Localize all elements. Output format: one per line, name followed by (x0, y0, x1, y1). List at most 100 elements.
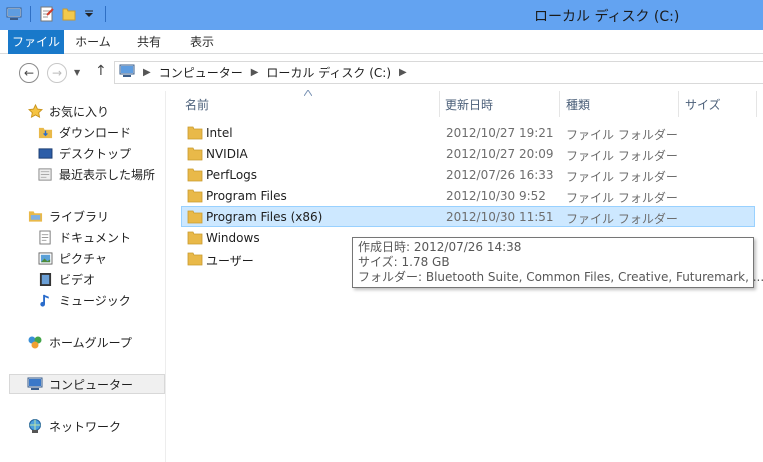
column-divider[interactable] (439, 91, 440, 117)
window-title: ローカル ディスク (C:) (534, 9, 680, 25)
nav-network[interactable]: ネットワーク (0, 416, 166, 436)
file-type: ファイル フォルダー (566, 212, 678, 226)
downloads-folder-icon (37, 124, 53, 140)
tooltip-created: 作成日時: 2012/07/26 14:38 (358, 240, 522, 254)
nav-favorites[interactable]: お気に入り (0, 101, 166, 121)
file-type: ファイル フォルダー (566, 170, 678, 184)
back-button[interactable]: ← (19, 63, 39, 83)
homegroup-icon (27, 334, 43, 350)
column-headers: 名前 更新日時 種類 サイズ (166, 89, 763, 117)
folder-icon (187, 147, 203, 161)
nav-homegroup-label: ホームグループ (49, 335, 132, 350)
nav-homegroup[interactable]: ホームグループ (0, 332, 166, 352)
file-row-selected[interactable]: Program Files (x86) 2012/10/30 11:51 ファイ… (181, 206, 755, 227)
nav-item-pictures[interactable]: ピクチャ (0, 248, 166, 268)
file-name: Intel (206, 126, 233, 140)
file-modified: 2012/10/30 9:52 (446, 189, 546, 203)
file-row[interactable]: Intel 2012/10/27 19:21 ファイル フォルダー (181, 122, 755, 143)
title-bar: ローカル ディスク (C:) (0, 0, 763, 30)
tab-file[interactable]: ファイル (8, 30, 64, 54)
qat-separator (105, 6, 106, 22)
video-icon (37, 271, 53, 287)
sort-ascending-icon (303, 89, 313, 98)
properties-icon[interactable] (39, 5, 55, 23)
tab-view[interactable]: 表示 (182, 30, 222, 54)
file-row[interactable]: PerfLogs 2012/07/26 16:33 ファイル フォルダー (181, 164, 755, 185)
file-name: NVIDIA (206, 147, 248, 161)
nav-computer-label: コンピューター (49, 377, 134, 392)
new-folder-icon[interactable] (61, 5, 77, 23)
folder-icon (187, 252, 203, 266)
file-type: ファイル フォルダー (566, 149, 678, 163)
quick-access-toolbar (6, 5, 112, 23)
nav-libraries-label: ライブラリ (49, 209, 110, 224)
file-name: PerfLogs (206, 168, 258, 182)
column-divider[interactable] (756, 91, 757, 117)
qat-separator (30, 6, 31, 22)
breadcrumb-local-disk[interactable]: ローカル ディスク (C:) (266, 64, 391, 81)
computer-icon (27, 376, 43, 392)
folder-icon (187, 231, 203, 245)
arrow-left-icon: ← (23, 66, 35, 80)
desktop-icon (37, 145, 53, 161)
column-header-type[interactable]: 種類 (566, 96, 590, 113)
breadcrumb-separator[interactable]: ▶ (143, 67, 151, 78)
nav-item-music[interactable]: ミュージック (0, 290, 166, 310)
folder-icon (187, 210, 203, 224)
picture-icon (37, 250, 53, 266)
breadcrumb-computer[interactable]: コンピューター (159, 64, 243, 81)
nav-item-desktop[interactable]: デスクトップ (0, 143, 166, 163)
file-name: Windows (206, 231, 260, 245)
file-type: ファイル フォルダー (566, 128, 678, 142)
column-divider[interactable] (559, 91, 560, 117)
nav-item-videos[interactable]: ビデオ (0, 269, 166, 289)
column-header-modified[interactable]: 更新日時 (445, 96, 493, 113)
file-name: Program Files (206, 189, 287, 203)
ribbon-tabs: ファイル ホーム 共有 表示 (0, 30, 763, 54)
column-header-name[interactable]: 名前 (185, 96, 209, 113)
nav-computer[interactable]: コンピューター (9, 374, 165, 394)
chevron-down-icon: ▼ (74, 68, 81, 77)
nav-item-label: ダウンロード (59, 125, 132, 140)
file-modified: 2012/10/27 20:09 (446, 147, 554, 161)
arrow-up-icon: ↑ (95, 63, 107, 79)
address-bar[interactable]: ▶ コンピューター ▶ ローカル ディスク (C:) ▶ (114, 61, 763, 84)
music-note-icon (37, 292, 53, 308)
customize-dropdown-icon[interactable] (81, 5, 97, 23)
file-type: ファイル フォルダー (566, 191, 678, 205)
tab-home[interactable]: ホーム (70, 30, 116, 54)
file-row[interactable]: Program Files 2012/10/30 9:52 ファイル フォルダー (181, 185, 755, 206)
file-row[interactable]: NVIDIA 2012/10/27 20:09 ファイル フォルダー (181, 143, 755, 164)
navigation-pane: お気に入り ダウンロード デスクトップ 最近表示した場所 ライブラリ ドキュメン… (0, 91, 166, 462)
column-header-size[interactable]: サイズ (685, 96, 721, 113)
up-button[interactable]: ↑ (95, 63, 107, 79)
recent-locations-button[interactable]: ▼ (74, 68, 80, 77)
network-icon (27, 418, 43, 434)
star-icon (27, 103, 43, 119)
tooltip-folders: フォルダー: Bluetooth Suite, Common Files, Cr… (358, 270, 763, 284)
folder-icon (187, 189, 203, 203)
file-modified: 2012/10/30 11:51 (446, 210, 554, 224)
document-icon (37, 229, 53, 245)
tooltip-size: サイズ: 1.78 GB (358, 255, 450, 269)
file-name: Program Files (x86) (206, 210, 323, 224)
computer-icon[interactable] (6, 5, 22, 23)
tab-share[interactable]: 共有 (128, 30, 170, 54)
folder-icon (187, 168, 203, 182)
nav-item-recent-places[interactable]: 最近表示した場所 (0, 164, 166, 184)
file-modified: 2012/10/27 19:21 (446, 126, 554, 140)
file-name: ユーザー (206, 254, 254, 268)
nav-item-label: デスクトップ (59, 146, 132, 161)
column-divider[interactable] (678, 91, 679, 117)
recent-places-icon (37, 166, 53, 182)
nav-libraries[interactable]: ライブラリ (0, 206, 166, 226)
forward-button[interactable]: → (47, 63, 67, 83)
breadcrumb-separator[interactable]: ▶ (251, 67, 259, 78)
folder-info-tooltip: 作成日時: 2012/07/26 14:38 サイズ: 1.78 GB フォルダ… (352, 237, 763, 288)
nav-favorites-label: お気に入り (49, 104, 110, 119)
nav-item-documents[interactable]: ドキュメント (0, 227, 166, 247)
nav-item-downloads[interactable]: ダウンロード (0, 122, 166, 142)
breadcrumb-separator[interactable]: ▶ (399, 67, 407, 78)
library-icon (27, 208, 43, 224)
computer-icon (119, 64, 135, 81)
